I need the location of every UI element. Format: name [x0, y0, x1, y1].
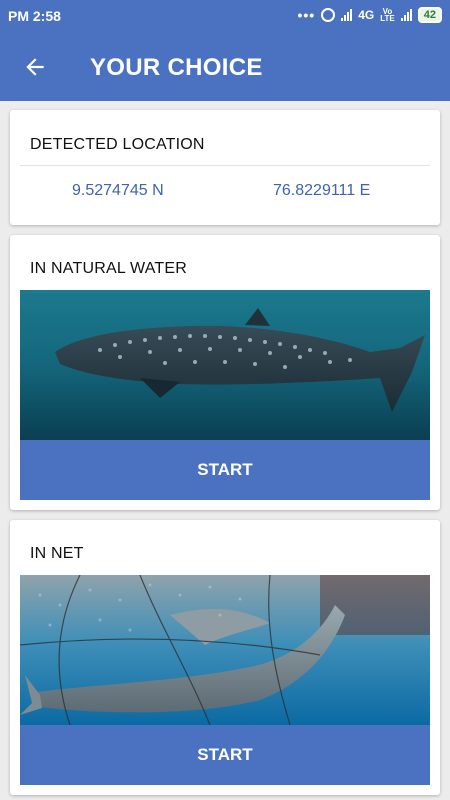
status-time: PM 2:58 — [8, 8, 61, 24]
more-notifications-icon: ••• — [297, 7, 316, 23]
start-button[interactable]: START — [20, 440, 430, 500]
start-button[interactable]: START — [20, 725, 430, 785]
signal-icon — [341, 9, 353, 21]
arrow-left-icon[interactable] — [22, 54, 48, 80]
location-card-title: DETECTED LOCATION — [30, 136, 205, 153]
longitude-value: 76.8229111 E — [273, 182, 371, 199]
choice-title: IN NATURAL WATER — [30, 260, 187, 277]
app-bar: YOUR CHOICE — [0, 33, 450, 101]
choice-title: IN NET — [30, 545, 84, 562]
location-card: DETECTED LOCATION 9.5274745 N 76.8229111… — [10, 110, 440, 225]
whale-shark-net-photo — [20, 575, 430, 725]
divider — [20, 165, 430, 166]
signal-icon-2 — [400, 9, 412, 21]
latitude-value: 9.5274745 N — [72, 182, 164, 199]
status-icons: ••• 4G Vo LTE 42 — [297, 7, 442, 23]
page-title: YOUR CHOICE — [90, 54, 263, 81]
network-type: 4G — [358, 8, 375, 22]
choice-card-in-net: IN NET START — [10, 520, 440, 795]
battery-icon: 42 — [417, 7, 442, 23]
whale-shark-photo — [20, 290, 430, 440]
volte-icon: Vo LTE — [380, 7, 395, 23]
choice-card-natural-water: IN NATURAL WATER START — [10, 235, 440, 510]
alarm-icon — [321, 8, 336, 22]
status-bar: PM 2:58 ••• 4G Vo LTE 42 — [0, 0, 450, 33]
